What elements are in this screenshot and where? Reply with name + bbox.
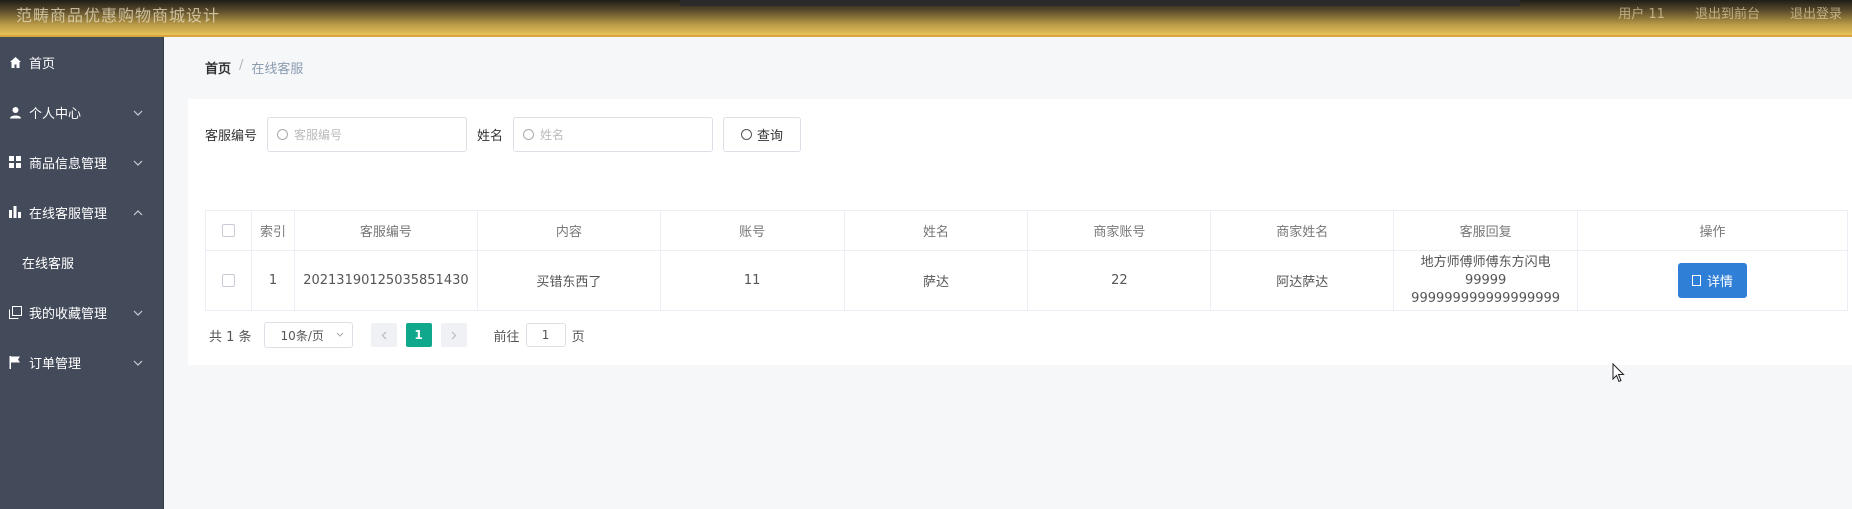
chevron-down-icon [133, 105, 143, 119]
reply-line: 地方师傅师傅东方闪电99999 [1420, 254, 1551, 288]
chevron-down-icon [133, 155, 143, 169]
merchant-name-cell: 阿达萨达 [1210, 250, 1395, 311]
index-cell: 1 [250, 250, 295, 311]
name-input[interactable]: 姓名 [513, 117, 714, 152]
chevron-right-icon [451, 331, 456, 339]
goto-prefix: 前往 [493, 329, 520, 345]
grid-icon [8, 155, 22, 169]
chevron-up-icon [133, 205, 143, 219]
action-cell: 详情 [1577, 250, 1848, 311]
column-header: 姓名 [843, 210, 1029, 251]
sidebar-item-label: 个人中心 [29, 106, 82, 122]
pagination: 共 1 条 10条/页 1 前往 1 页 [209, 322, 585, 348]
bar-chart-icon [8, 205, 22, 219]
search-icon [523, 129, 535, 140]
name-label: 姓名 [477, 129, 504, 144]
breadcrumb: 首页 / 在线客服 [205, 58, 303, 77]
header-logout-link[interactable]: 退出登录 [1790, 3, 1842, 22]
chevron-down-icon [336, 327, 344, 340]
reply-cell: 地方师傅师傅东方闪电99999 999999999999999999 [1393, 250, 1579, 311]
detail-button[interactable]: 详情 [1678, 263, 1748, 298]
row-checkbox[interactable] [221, 274, 235, 287]
breadcrumb-separator: / [239, 58, 244, 73]
sidebar-item-label: 商品信息管理 [29, 156, 108, 172]
sidebar-item-online-service-management[interactable]: 在线客服管理 [0, 187, 163, 237]
select-all-cell [205, 210, 252, 251]
service-no-cell: 20213190125035851430 [293, 250, 478, 311]
sidebar-item-home[interactable]: 首页 [0, 37, 163, 87]
table-header-row: 索引 客服编号 内容 账号 姓名 商家账号 商家姓名 客服回复 操作 [205, 210, 1848, 251]
sidebar-item-order-management[interactable]: 订单管理 [0, 337, 163, 387]
query-button[interactable]: 查询 [723, 117, 802, 152]
home-icon [8, 55, 22, 69]
mouse-cursor-icon [1612, 363, 1625, 383]
service-no-input[interactable]: 客服编号 [267, 117, 468, 152]
column-header: 客服回复 [1393, 210, 1579, 251]
search-icon [277, 129, 289, 140]
copy-icon [8, 305, 22, 319]
chevron-left-icon [381, 331, 386, 339]
page-size-select[interactable]: 10条/页 [263, 322, 353, 348]
pagination-total: 共 1 条 [209, 329, 252, 345]
user-icon [8, 105, 22, 119]
header-frontend-link[interactable]: 退出到前台 [1695, 3, 1760, 22]
detail-button-label: 详情 [1707, 275, 1734, 290]
name-cell: 萨达 [843, 250, 1029, 311]
column-header: 客服编号 [293, 210, 478, 251]
sidebar-item-label: 在线客服管理 [29, 206, 108, 222]
column-header: 操作 [1577, 210, 1848, 251]
column-header: 索引 [250, 210, 295, 251]
column-header: 内容 [476, 210, 661, 251]
top-header: 范畴商品优惠购物商城设计 用户 11 退出到前台 退出登录 [0, 0, 1852, 37]
service-no-placeholder: 客服编号 [294, 128, 343, 142]
sidebar-item-personal-center[interactable]: 个人中心 [0, 87, 163, 137]
sidebar: 首页 个人中心 商品信息管理 在线客服管理 在线客服 我的收藏管理 订单管理 [0, 37, 164, 509]
header-user-link[interactable]: 用户 11 [1618, 3, 1665, 22]
flag-icon [8, 355, 22, 369]
sidebar-item-favorites-management[interactable]: 我的收藏管理 [0, 287, 163, 337]
search-icon [741, 129, 753, 140]
search-bar: 客服编号 客服编号 姓名 姓名 查询 [205, 117, 802, 152]
chevron-down-icon [133, 355, 143, 369]
content-cell: 买错东西了 [476, 250, 661, 311]
column-header: 商家姓名 [1210, 210, 1395, 251]
document-icon [1692, 275, 1702, 286]
page-size-value: 10条/页 [280, 328, 324, 343]
goto-page: 前往 1 页 [494, 323, 585, 347]
prev-page-button[interactable] [370, 323, 397, 347]
sidebar-item-label: 订单管理 [29, 356, 82, 372]
next-page-button[interactable] [440, 323, 467, 347]
merchant-account-cell: 22 [1027, 250, 1212, 311]
column-header: 商家账号 [1027, 210, 1212, 251]
breadcrumb-current: 在线客服 [251, 62, 304, 77]
chevron-down-icon [133, 305, 143, 319]
service-no-label: 客服编号 [205, 129, 258, 144]
service-table: 索引 客服编号 内容 账号 姓名 商家账号 商家姓名 客服回复 操作 1 202… [205, 210, 1848, 311]
name-placeholder: 姓名 [540, 128, 565, 142]
goto-suffix: 页 [571, 329, 585, 345]
query-button-label: 查询 [757, 129, 784, 144]
header-shade [680, 0, 1520, 6]
app-title: 范畴商品优惠购物商城设计 [16, 6, 221, 25]
column-header: 账号 [659, 210, 845, 251]
sidebar-item-label: 首页 [29, 56, 56, 72]
table-row: 1 20213190125035851430 买错东西了 11 萨达 22 阿达… [205, 250, 1848, 311]
sidebar-item-product-management[interactable]: 商品信息管理 [0, 137, 163, 187]
account-cell: 11 [659, 250, 845, 311]
sidebar-subitem-online-service[interactable]: 在线客服 [0, 237, 163, 287]
goto-page-input[interactable]: 1 [525, 323, 566, 347]
sidebar-item-label: 我的收藏管理 [29, 306, 108, 322]
row-select-cell [205, 250, 252, 311]
page-number-current[interactable]: 1 [405, 323, 432, 347]
reply-line: 999999999999999999 [1411, 290, 1561, 306]
select-all-checkbox[interactable] [221, 224, 235, 237]
breadcrumb-home[interactable]: 首页 [205, 58, 231, 77]
header-right-menu: 用户 11 退出到前台 退出登录 [1618, 3, 1842, 22]
